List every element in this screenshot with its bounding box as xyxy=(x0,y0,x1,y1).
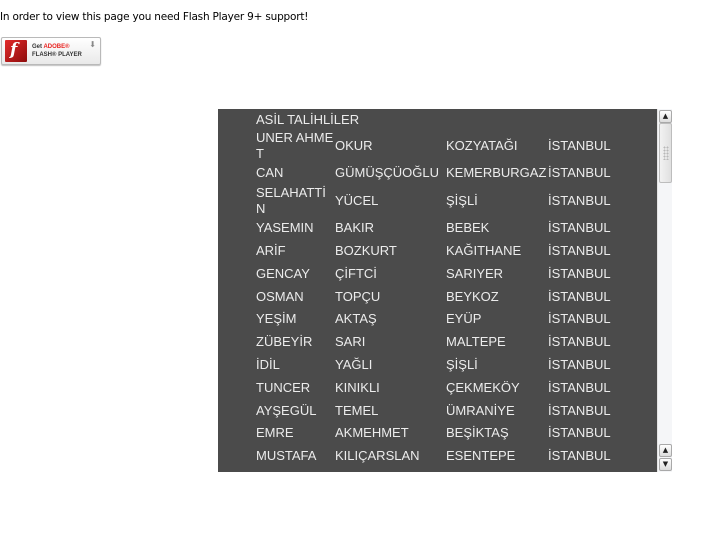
table-row: ZÜBEYİR SARI MALTEPE İSTANBUL xyxy=(256,331,618,354)
district-cell: ESENTEPE xyxy=(446,448,516,464)
grip-icon xyxy=(663,146,669,160)
city-cell: İSTANBUL xyxy=(548,288,611,304)
first-name-cell: ZÜBEYİR xyxy=(256,334,313,350)
city-cell: İSTANBUL xyxy=(548,448,611,464)
list-title: ASİL TALİHLİLER xyxy=(256,111,360,127)
district-cell: ÜMRANİYE xyxy=(446,402,515,418)
district-cell: BEBEK xyxy=(446,220,490,236)
city-cell: İSTANBUL xyxy=(548,379,611,395)
list-title-row: ASİL TALİHLİLER xyxy=(256,109,618,130)
first-name-cell: GENCAY xyxy=(256,265,310,281)
first-name-cell: SELAHATTİN xyxy=(256,184,326,216)
table-row: GENCAY ÇİFTCİ SARIYER İSTANBUL xyxy=(256,262,618,285)
last-name-cell: YAĞLI xyxy=(335,356,373,372)
table-row: UNER AHMET OKUR KOZYATAĞI İSTANBUL xyxy=(256,130,618,162)
district-cell: EYÜP xyxy=(446,311,482,327)
table-row: AYŞEGÜL TEMEL ÜMRANİYE İSTANBUL xyxy=(256,399,618,422)
download-icon: ⬇ xyxy=(89,40,96,49)
scrollbar-thumb[interactable] xyxy=(659,123,672,183)
last-name-cell: TOPÇU xyxy=(335,288,381,304)
adobe-brand: ADOBE® xyxy=(43,44,70,50)
district-cell: ŞİŞLİ xyxy=(446,192,478,208)
first-name-cell: YEŞİM xyxy=(256,311,297,327)
table-row: MUSTAFA KILIÇARSLAN ESENTEPE İSTANBUL xyxy=(256,445,618,468)
vertical-scrollbar[interactable]: ▲ ▲ ▼ xyxy=(657,109,672,472)
flash-logo-icon: f xyxy=(5,40,27,62)
city-cell: İSTANBUL xyxy=(548,356,611,372)
winners-table: ASİL TALİHLİLER UNER AHMET OKUR KOZYATAĞI İ… xyxy=(256,109,618,468)
district-cell: KEMERBURGAZ xyxy=(446,165,547,181)
table-row: ARİF BOZKURT KAĞITHANE İSTANBUL xyxy=(256,240,618,263)
scroll-up-button-bottom[interactable]: ▲ xyxy=(659,444,672,457)
first-name-cell: ARİF xyxy=(256,242,286,258)
flash-badge-text: Get ADOBE® FLASH® PLAYER xyxy=(32,44,82,58)
district-cell: ÇEKMEKÖY xyxy=(446,379,520,395)
last-name-cell: GÜMÜŞÇÜOĞLU xyxy=(335,165,440,181)
district-cell: KOZYATAĞI xyxy=(446,138,518,153)
scroll-down-button[interactable]: ▼ xyxy=(659,458,672,471)
district-cell: KAĞITHANE xyxy=(446,242,522,258)
city-cell: İSTANBUL xyxy=(548,138,611,153)
city-cell: İSTANBUL xyxy=(548,242,611,258)
table-row: TUNCER KINIKLI ÇEKMEKÖY İSTANBUL xyxy=(256,376,618,399)
last-name-cell: KILIÇARSLAN xyxy=(335,448,420,464)
last-name-cell: AKMEHMET xyxy=(335,425,409,441)
city-cell: İSTANBUL xyxy=(548,220,611,236)
district-cell: MALTEPE xyxy=(446,334,506,350)
last-name-cell: KINIKLI xyxy=(335,379,380,395)
first-name-cell: UNER AHMET xyxy=(256,130,334,161)
city-cell: İSTANBUL xyxy=(548,165,611,181)
arrow-up-icon: ▲ xyxy=(662,446,669,454)
first-name-cell: İDİL xyxy=(256,356,280,372)
arrow-down-icon: ▼ xyxy=(662,460,669,468)
last-name-cell: BOZKURT xyxy=(335,242,397,258)
table-row: SELAHATTİN YÜCEL ŞİŞLİ İSTANBUL xyxy=(256,185,618,217)
arrow-up-icon: ▲ xyxy=(662,112,669,120)
city-cell: İSTANBUL xyxy=(548,265,611,281)
first-name-cell: CAN xyxy=(256,165,284,181)
get-flash-player-button[interactable]: f Get ADOBE® FLASH® PLAYER ⬇ xyxy=(1,37,101,65)
flash-required-notice: In order to view this page you need Flas… xyxy=(0,11,309,23)
district-cell: SARIYER xyxy=(446,265,504,281)
city-cell: İSTANBUL xyxy=(548,192,611,208)
city-cell: İSTANBUL xyxy=(548,334,611,350)
last-name-cell: BAKIR xyxy=(335,220,375,236)
first-name-cell: YASEMIN xyxy=(256,220,314,236)
table-row: CAN GÜMÜŞÇÜOĞLU KEMERBURGAZ İSTANBUL xyxy=(256,162,618,185)
last-name-cell: AKTAŞ xyxy=(335,311,377,327)
first-name-cell: OSMAN xyxy=(256,288,304,304)
city-cell: İSTANBUL xyxy=(548,402,611,418)
first-name-cell: EMRE xyxy=(256,425,294,441)
district-cell: BEŞİKTAŞ xyxy=(446,425,509,441)
last-name-cell: TEMEL xyxy=(335,402,379,418)
table-row: EMRE AKMEHMET BEŞİKTAŞ İSTANBUL xyxy=(256,422,618,445)
district-cell: BEYKOZ xyxy=(446,288,499,304)
last-name-cell: YÜCEL xyxy=(335,192,379,208)
table-row: YEŞİM AKTAŞ EYÜP İSTANBUL xyxy=(256,308,618,331)
district-cell: ŞİŞLİ xyxy=(446,356,478,372)
last-name-cell: ÇİFTCİ xyxy=(335,265,377,281)
scroll-up-button[interactable]: ▲ xyxy=(659,110,672,123)
first-name-cell: AYŞEGÜL xyxy=(256,402,317,418)
last-name-cell: SARI xyxy=(335,334,366,350)
city-cell: İSTANBUL xyxy=(548,311,611,327)
winners-list-panel: ASİL TALİHLİLER UNER AHMET OKUR KOZYATAĞI İ… xyxy=(218,109,657,472)
last-name-cell: OKUR xyxy=(335,138,373,153)
table-row: YASEMIN BAKIR BEBEK İSTANBUL xyxy=(256,217,618,240)
first-name-cell: MUSTAFA xyxy=(256,448,317,464)
city-cell: İSTANBUL xyxy=(548,425,611,441)
first-name-cell: TUNCER xyxy=(256,379,311,395)
table-row: OSMAN TOPÇU BEYKOZ İSTANBUL xyxy=(256,285,618,308)
table-row: İDİL YAĞLI ŞİŞLİ İSTANBUL xyxy=(256,354,618,377)
